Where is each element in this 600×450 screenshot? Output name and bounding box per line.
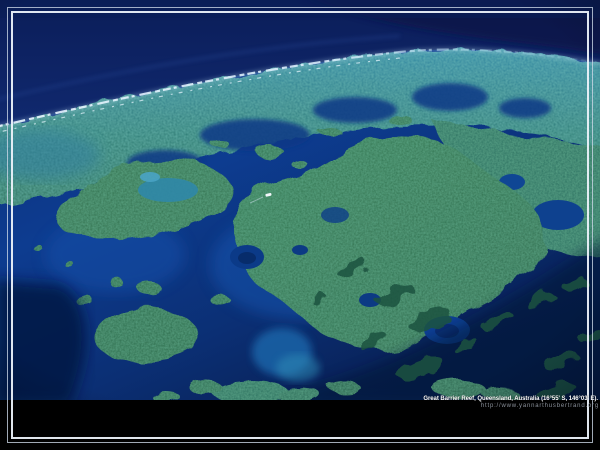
caption-location: Great Barrier Reef, Queensland, Australi… xyxy=(423,396,598,403)
wallpaper: Great Barrier Reef, Queensland, Australi… xyxy=(0,0,600,450)
caption-url: http://www.yannarthusbertrand.org xyxy=(423,403,599,410)
photo-caption: Great Barrier Reef, Queensland, Australi… xyxy=(423,396,598,410)
vignette xyxy=(0,0,600,400)
reef-aerial-photo xyxy=(0,0,600,400)
